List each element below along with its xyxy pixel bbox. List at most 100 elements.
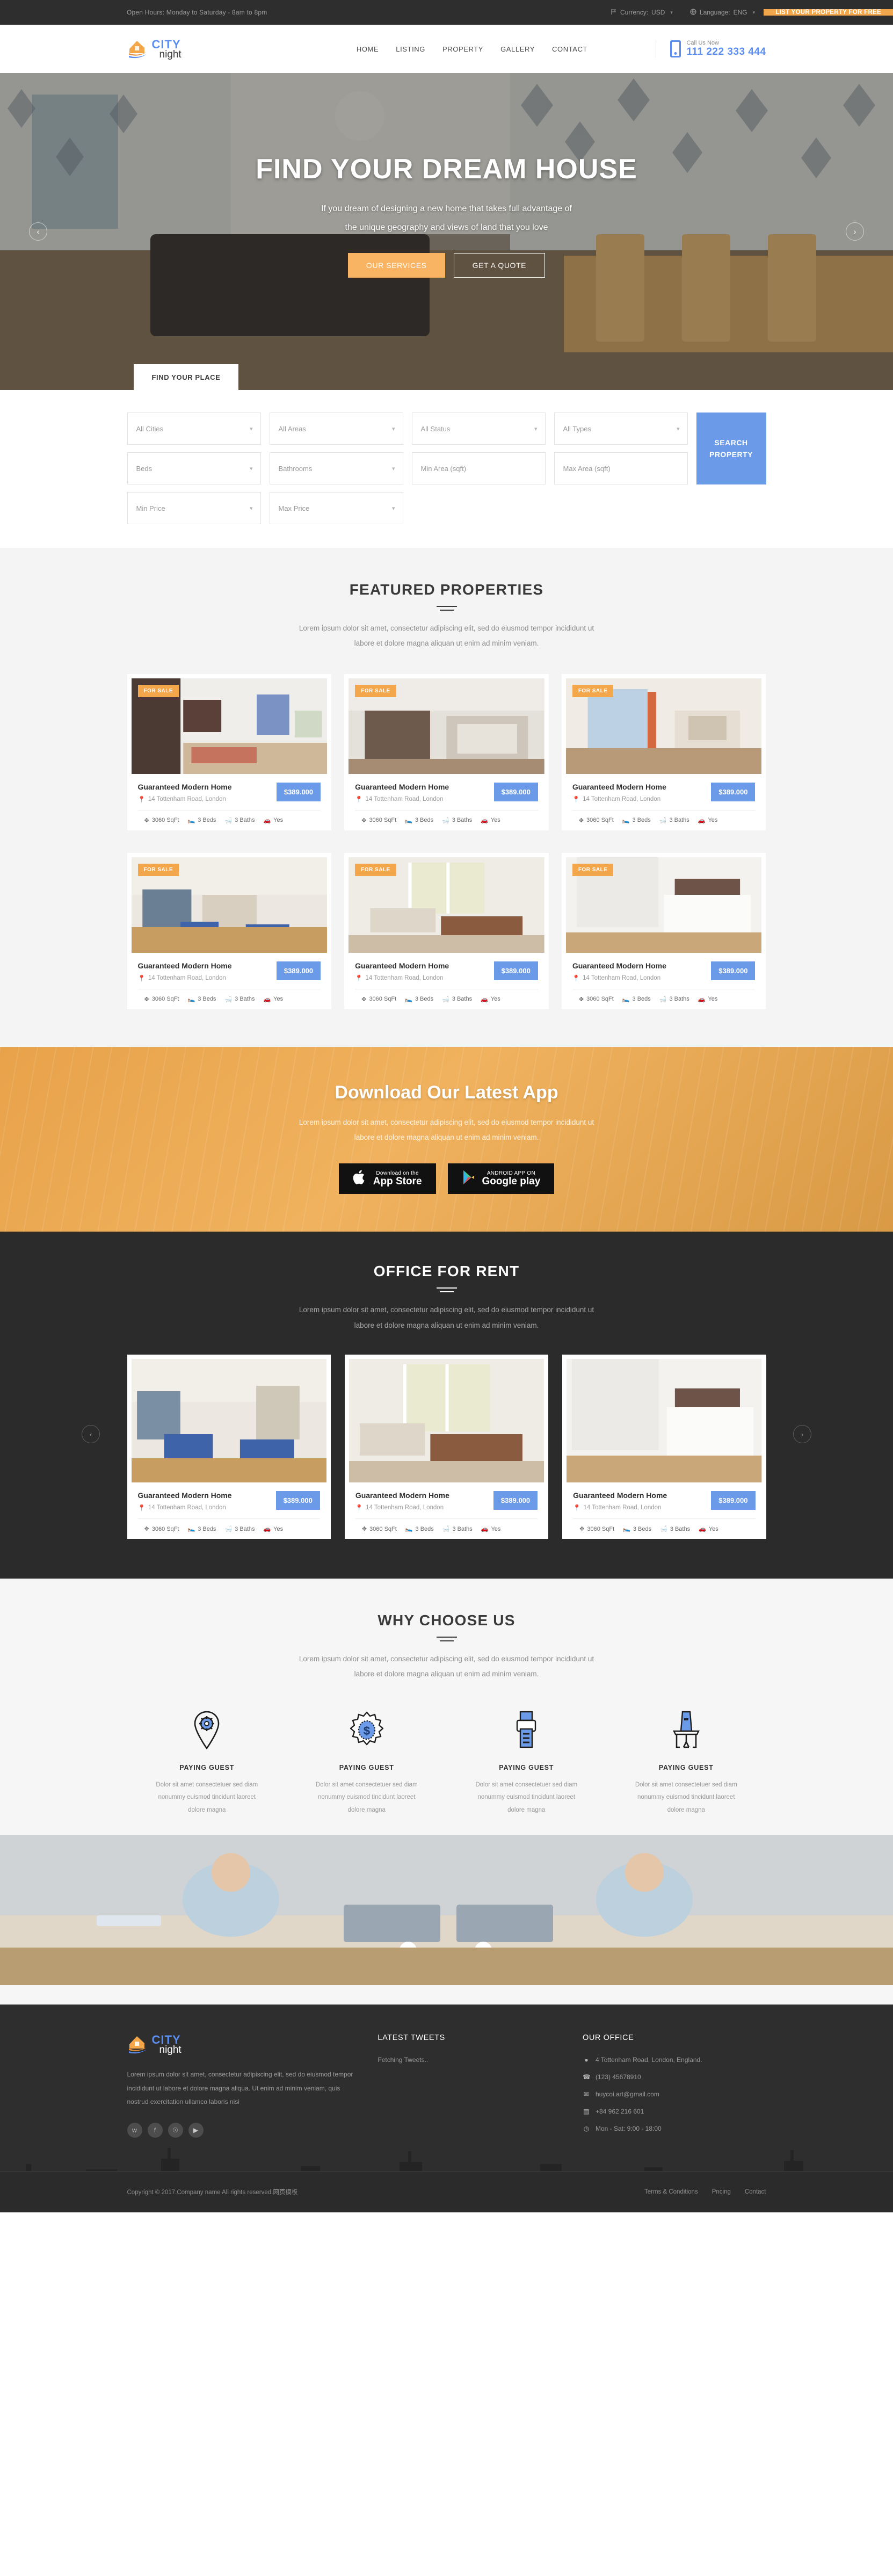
our-services-button[interactable]: OUR SERVICES — [347, 253, 445, 278]
spec-beds-text: 3 Beds — [633, 1525, 652, 1532]
map-pin-icon: 📍 — [573, 1505, 581, 1512]
download-app-section: Download Our Latest App Lorem ipsum dolo… — [0, 1046, 893, 1232]
google-play-button[interactable]: ANDROID APP ON Google play — [447, 1163, 555, 1195]
site-logo[interactable]: CITY night — [127, 38, 288, 60]
nav-item-property[interactable]: PROPERTY — [442, 45, 483, 53]
office-card[interactable]: Guaranteed Modern Home 📍 14 Tottenham Ro… — [562, 1355, 766, 1539]
property-card[interactable]: FOR SALE Guaranteed Modern Home 📍 14 Tot… — [127, 674, 332, 830]
spec-baths-text: 3 Baths — [452, 817, 473, 824]
office-image — [567, 1359, 762, 1483]
office-email-item[interactable]: ✉ huycoi.art@gmail.com — [583, 2090, 766, 2098]
twitter-icon[interactable]: w — [127, 2123, 142, 2138]
area-icon: ✥ — [579, 1526, 585, 1533]
spec-baths-text: 3 Baths — [670, 1525, 691, 1532]
spec-area-text: 3060 SqFt — [151, 996, 179, 1003]
nav-item-contact[interactable]: CONTACT — [552, 45, 587, 53]
filter-min-price[interactable]: Min Price — [127, 492, 261, 524]
app-store-button[interactable]: Download on the App Store — [338, 1163, 436, 1195]
spec-garage-text: Yes — [273, 1525, 284, 1532]
filter-all-cities[interactable]: All Cities — [127, 413, 261, 445]
feature-desc-l1: Dolor sit amet consectetuer sed diam — [475, 1781, 578, 1788]
spec-garage: 🚗 Yes — [481, 996, 500, 1003]
hero-next-arrow[interactable]: › — [846, 222, 864, 241]
bathtub-icon: 🛁 — [660, 1526, 667, 1533]
office-card[interactable]: Guaranteed Modern Home 📍 14 Tottenham Ro… — [127, 1355, 331, 1539]
office-card[interactable]: Guaranteed Modern Home 📍 14 Tottenham Ro… — [344, 1355, 549, 1539]
podium-icon — [616, 1708, 757, 1752]
for-sale-badge: FOR SALE — [572, 684, 614, 697]
map-pin-icon: 📍 — [572, 975, 580, 982]
for-sale-badge: FOR SALE — [572, 863, 614, 876]
office-next-arrow[interactable]: › — [793, 1425, 811, 1444]
spec-area: ✥ 3060 SqFt — [361, 817, 396, 824]
spec-garage-text: Yes — [491, 1525, 501, 1532]
get-a-quote-button[interactable]: GET A QUOTE — [453, 253, 546, 278]
filter-max-price[interactable]: Max Price — [269, 492, 403, 524]
spec-baths: 🛁 3 Baths — [442, 996, 472, 1003]
fax-icon: ▤ — [583, 2108, 590, 2116]
property-image: FOR SALE — [131, 678, 328, 774]
property-image: FOR SALE — [349, 857, 544, 953]
spec-baths-text: 3 Baths — [452, 996, 473, 1003]
office-desc-line1: Lorem ipsum dolor sit amet, consectetur … — [299, 1306, 594, 1314]
property-card[interactable]: FOR SALE Guaranteed Modern Home 📍 14 Tot… — [344, 674, 549, 830]
filter-beds[interactable]: Beds — [127, 452, 261, 484]
office-fax-text: +84 962 216 601 — [595, 2108, 644, 2116]
spec-garage-text: Yes — [490, 996, 500, 1003]
office-hours-text: Mon - Sat: 9:00 - 18:00 — [595, 2125, 662, 2133]
bed-icon: 🛌 — [623, 1526, 630, 1533]
language-selector[interactable]: Language: ENG ▾ — [681, 8, 764, 17]
feature-desc-l2: nonummy euismod tincidunt laoreet — [317, 1794, 416, 1801]
mobile-phone-icon — [670, 40, 681, 57]
currency-selector[interactable]: Currency: USD ▾ — [602, 9, 681, 17]
property-location: 📍 14 Tottenham Road, London — [355, 795, 449, 803]
list-property-button[interactable]: LIST YOUR PROPERTY FOR FREE — [764, 9, 893, 16]
filter-all-status[interactable]: All Status — [411, 413, 546, 445]
spec-beds: 🛌 3 Beds — [405, 817, 433, 824]
hero-prev-arrow[interactable]: ‹ — [29, 222, 47, 241]
office-prev-arrow[interactable]: ‹ — [82, 1425, 100, 1444]
facebook-icon[interactable]: f — [147, 2123, 163, 2138]
google-play-icon — [462, 1169, 476, 1188]
spec-baths: 🛁 3 Baths — [659, 996, 689, 1003]
footer-link-pricing[interactable]: Pricing — [712, 2189, 731, 2195]
spec-baths: 🛁 3 Baths — [659, 817, 689, 824]
filter-min-area[interactable]: Min Area (sqft) — [411, 452, 546, 484]
nav-item-home[interactable]: HOME — [357, 45, 379, 53]
section-divider — [436, 1637, 457, 1642]
filter-all-areas[interactable]: All Areas — [269, 413, 403, 445]
nav-item-listing[interactable]: LISTING — [396, 45, 425, 53]
property-card[interactable]: FOR SALE Guaranteed Modern Home 📍 14 Tot… — [561, 674, 766, 830]
footer-link-terms[interactable]: Terms & Conditions — [644, 2189, 698, 2195]
property-card[interactable]: FOR SALE Guaranteed Modern Home 📍 14 Tot… — [127, 852, 332, 1009]
feature-desc-l3: dolore magna — [667, 1806, 705, 1813]
call-us-label: Call Us Now — [686, 40, 719, 46]
property-image: FOR SALE — [131, 857, 328, 953]
bathtub-icon: 🛁 — [224, 817, 233, 824]
spec-garage: 🚗 Yes — [481, 1525, 501, 1533]
filter-max-area[interactable]: Max Area (sqft) — [554, 452, 688, 484]
nav-item-gallery[interactable]: GALLERY — [500, 45, 535, 53]
spec-area: ✥ 3060 SqFt — [579, 817, 614, 824]
spec-baths: 🛁 3 Baths — [660, 1525, 691, 1533]
property-specs: ✥ 3060 SqFt 🛌 3 Beds 🛁 3 Baths 🚗 Yes — [137, 809, 321, 830]
footer-office-column: OUR OFFICE ● 4 Tottenham Road, London, E… — [583, 2034, 766, 2142]
youtube-icon[interactable]: ▶ — [188, 2123, 204, 2138]
footer-link-contact[interactable]: Contact — [745, 2189, 766, 2195]
office-info-list: ● 4 Tottenham Road, London, England. ☎ (… — [583, 2056, 766, 2132]
call-us-block[interactable]: Call Us Now 111 222 333 444 — [656, 40, 766, 58]
feature-desc-l3: dolore magna — [188, 1806, 226, 1813]
property-specs: ✥ 3060 SqFt 🛌 3 Beds 🛁 3 Baths 🚗 Yes — [572, 988, 756, 1009]
property-card[interactable]: FOR SALE Guaranteed Modern Home 📍 14 Tot… — [344, 852, 549, 1009]
bed-icon: 🛌 — [405, 1526, 413, 1533]
pinterest-icon[interactable]: ☉ — [168, 2123, 183, 2138]
footer-about-text: Lorem ipsum dolor sit amet, consectetur … — [127, 2071, 353, 2105]
search-property-button[interactable]: SEARCH PROPERTY — [696, 413, 766, 484]
spec-area: ✥ 3060 SqFt — [362, 1525, 397, 1533]
filter-bathrooms[interactable]: Bathrooms — [269, 452, 403, 484]
chevron-down-icon: ▾ — [752, 9, 756, 15]
property-card[interactable]: FOR SALE Guaranteed Modern Home 📍 14 Tot… — [561, 852, 766, 1009]
filter-all-types[interactable]: All Types — [554, 413, 688, 445]
footer-logo[interactable]: CITY night — [127, 2034, 288, 2055]
spec-garage-text: Yes — [490, 817, 500, 824]
